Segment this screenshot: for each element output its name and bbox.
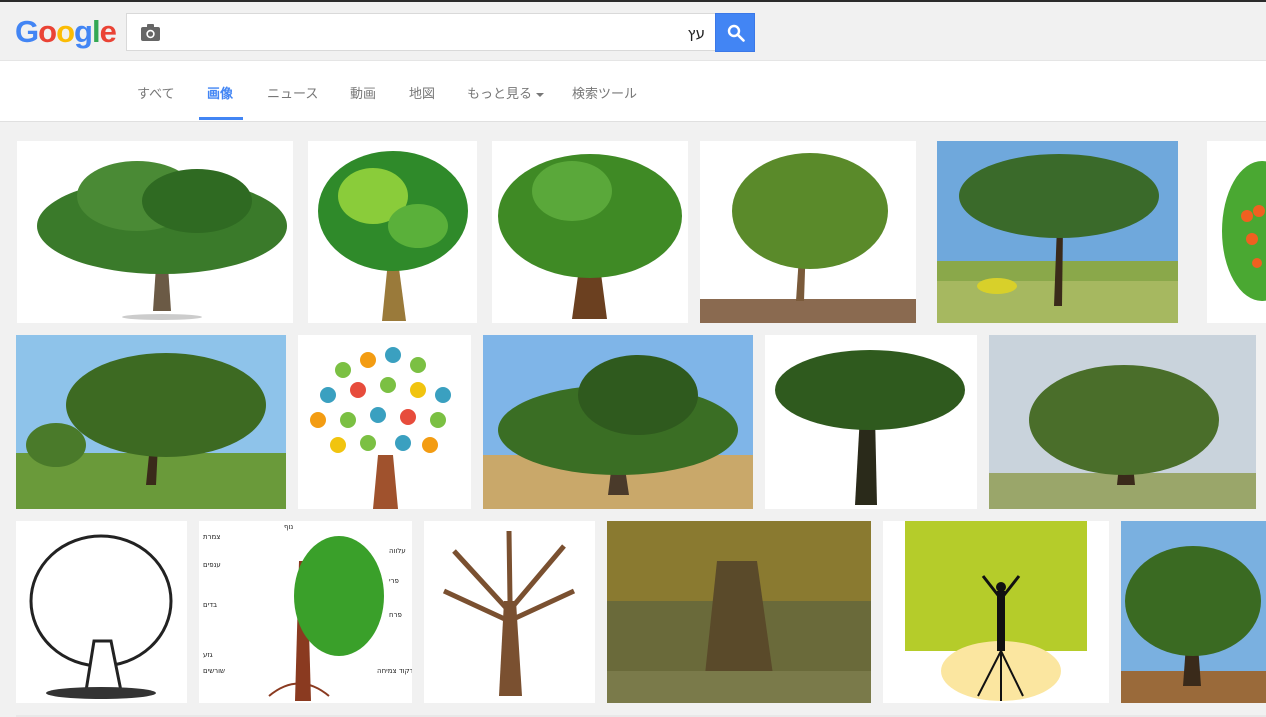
diagram-label-right: עלווה	[389, 547, 406, 555]
diagram-label-left: גזע	[203, 651, 213, 659]
logo-letter: g	[74, 14, 93, 49]
search-icon	[727, 24, 745, 42]
image-result[interactable]	[700, 141, 916, 323]
camera-icon[interactable]	[141, 24, 160, 41]
tree-image	[424, 521, 595, 703]
diagram-label-left: שורשים	[203, 667, 225, 675]
diagram-label-left: צמרת	[203, 533, 220, 541]
search-query: עץ	[687, 24, 705, 42]
tab-images[interactable]: 画像	[207, 83, 233, 102]
tab-search-tools[interactable]: 検索ツール	[572, 83, 637, 102]
top-bar: Google עץ	[0, 0, 1266, 61]
image-result[interactable]	[298, 335, 471, 509]
tree-image	[308, 141, 477, 323]
tree-image	[16, 335, 286, 509]
diagram-label-left: ענפים	[203, 561, 221, 569]
tree-parts-diagram[interactable]: נוף צמרת ענפים בדים גזע שורשים עלווה פרי…	[199, 521, 412, 703]
diagram-label-right: פרח	[389, 611, 402, 619]
tab-more-label: もっと見る	[467, 87, 533, 102]
tree-image	[765, 335, 977, 509]
logo-letter: l	[91, 14, 101, 49]
diagram-label-right: פרי	[389, 577, 399, 585]
image-result[interactable]	[1207, 141, 1266, 323]
tree-image	[492, 141, 688, 323]
logo-letter: o	[56, 14, 75, 49]
active-tab-indicator	[199, 117, 243, 120]
logo-letter: o	[38, 14, 57, 49]
image-result[interactable]	[765, 335, 977, 509]
search-tabs: すべて 画像 ニュース 動画 地図 もっと見る 検索ツール	[0, 61, 1266, 122]
diagram-label-right: קודקוד צמיחה	[377, 667, 412, 675]
tree-image	[483, 335, 753, 509]
image-result[interactable]	[308, 141, 477, 323]
tree-image	[700, 141, 916, 323]
image-result[interactable]	[16, 521, 187, 703]
tree-image	[883, 521, 1109, 703]
tab-news[interactable]: ニュース	[267, 83, 318, 102]
image-result[interactable]	[17, 141, 293, 323]
google-logo[interactable]: Google	[15, 14, 117, 50]
image-result[interactable]	[424, 521, 595, 703]
tree-image	[298, 335, 471, 509]
image-result[interactable]	[483, 335, 753, 509]
tab-maps[interactable]: 地図	[409, 83, 435, 102]
tree-image	[17, 141, 293, 323]
tree-image	[607, 521, 871, 703]
image-result[interactable]	[492, 141, 688, 323]
logo-letter: e	[99, 14, 117, 49]
image-result[interactable]	[883, 521, 1109, 703]
tree-image	[989, 335, 1256, 509]
tree-image: נוף צמרת ענפים בדים גזע שורשים עלווה פרי…	[199, 521, 412, 703]
image-results-grid: נוף צמרת ענפים בדים גזע שורשים עלווה פרי…	[0, 122, 1266, 717]
tab-videos[interactable]: 動画	[350, 83, 376, 102]
image-result[interactable]	[16, 335, 286, 509]
caret-down-icon	[536, 92, 545, 97]
diagram-label-top: נוף	[284, 523, 293, 531]
search-input[interactable]: עץ	[126, 13, 716, 51]
image-result[interactable]	[607, 521, 871, 703]
image-result[interactable]	[989, 335, 1256, 509]
tree-image	[937, 141, 1178, 323]
image-result[interactable]	[1121, 521, 1266, 703]
logo-letter: G	[15, 14, 39, 49]
tab-all[interactable]: すべて	[137, 83, 175, 102]
tree-image	[1207, 141, 1266, 323]
tree-image	[16, 521, 187, 703]
image-result[interactable]	[937, 141, 1178, 323]
tab-more[interactable]: もっと見る	[467, 83, 545, 102]
search-button[interactable]	[715, 13, 755, 52]
diagram-label-left: בדים	[203, 601, 217, 609]
tree-image	[1121, 521, 1266, 703]
